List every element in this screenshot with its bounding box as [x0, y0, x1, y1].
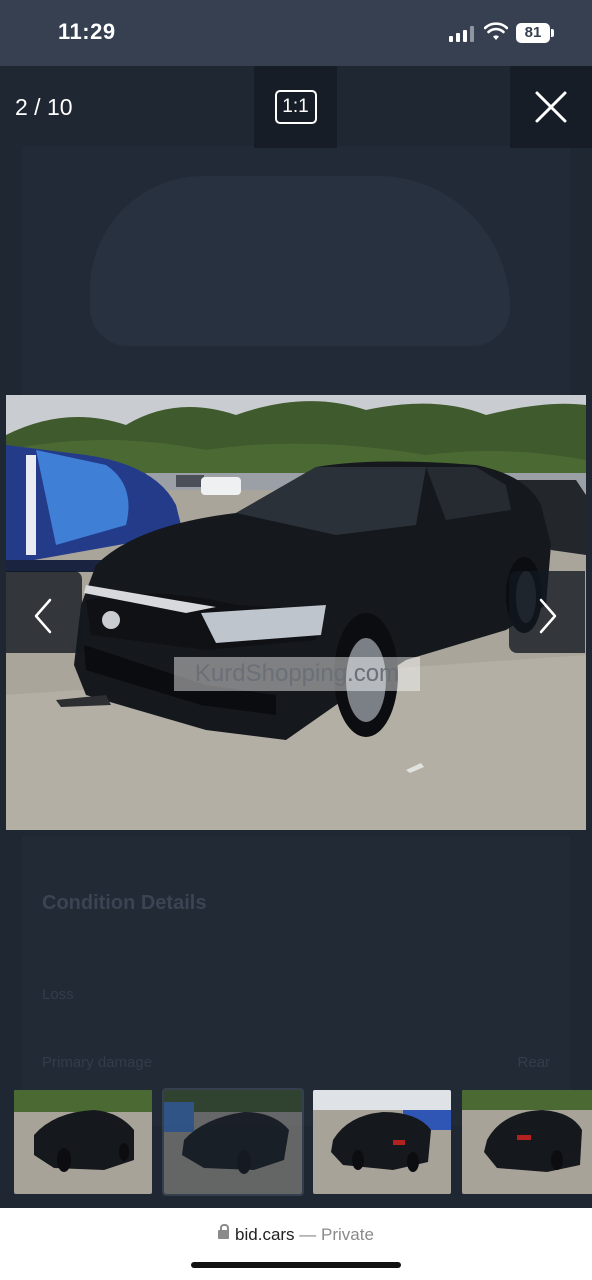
previous-image-button[interactable]: [6, 571, 82, 653]
image-counter: 2 / 10: [15, 94, 73, 120]
browser-address-bar[interactable]: bid.cars — Private: [0, 1208, 592, 1280]
signal-icon: [449, 26, 474, 42]
gallery-viewer: Condition Details Loss Primary damage Re…: [0, 66, 592, 1208]
actual-size-button[interactable]: 1:1: [254, 66, 337, 148]
private-mode-label: Private: [321, 1225, 374, 1244]
thumbnail-2[interactable]: [162, 1088, 304, 1196]
url-display[interactable]: bid.cars — Private: [0, 1224, 592, 1245]
battery-icon: 81: [516, 23, 554, 43]
close-icon: [535, 91, 567, 123]
status-bar: 11:29 81: [0, 0, 592, 66]
lock-icon: [218, 1224, 230, 1239]
background-car: [90, 176, 510, 346]
primary-damage-value: Rear: [517, 1054, 550, 1071]
close-button[interactable]: [510, 66, 592, 148]
thumbnail-strip: [0, 1088, 592, 1196]
clock: 11:29: [58, 19, 116, 44]
next-image-button[interactable]: [509, 571, 585, 653]
main-photo[interactable]: [6, 395, 586, 830]
url-domain: bid.cars: [235, 1225, 295, 1244]
watermark: KurdShopping.com: [174, 657, 420, 691]
url-separator: —: [299, 1225, 317, 1244]
thumbnail-4[interactable]: [462, 1090, 592, 1194]
thumbnail-3[interactable]: [313, 1090, 451, 1194]
home-indicator[interactable]: [191, 1262, 401, 1268]
actual-size-label: 1:1: [274, 90, 317, 124]
primary-damage-label: Primary damage: [42, 1054, 153, 1071]
battery-level: 81: [516, 23, 550, 43]
chevron-right-icon: [539, 598, 557, 634]
thumbnail-1[interactable]: [14, 1090, 152, 1194]
loss-label: Loss: [42, 986, 74, 1003]
wifi-icon: [484, 22, 508, 40]
background-condition-panel: Condition Details Loss Primary damage Re…: [22, 836, 570, 1126]
chevron-left-icon: [34, 598, 52, 634]
condition-heading: Condition Details: [42, 892, 207, 914]
